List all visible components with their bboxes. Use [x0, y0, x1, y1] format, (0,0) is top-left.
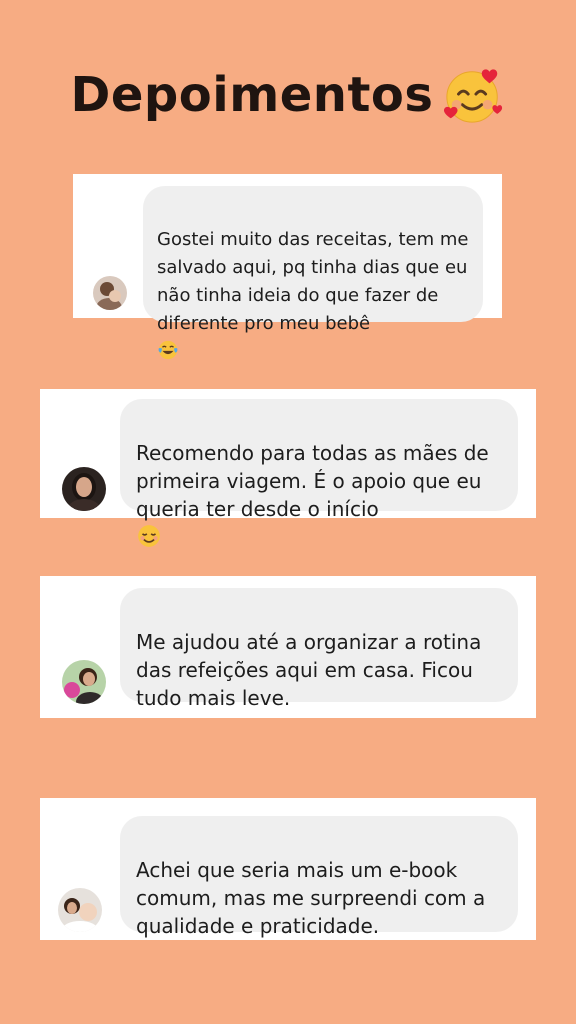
avatar: [93, 276, 127, 310]
avatar: [62, 660, 106, 704]
testimonial-bubble: Me ajudou até a organizar a rotina das r…: [120, 588, 518, 710]
testimonial-card: Recomendo para todas as mães de primeira…: [40, 389, 536, 547]
user-avatar-photo: [62, 467, 106, 511]
testimonial-card: Achei que seria mais um e-book comum, ma…: [40, 798, 536, 940]
header: Depoimentos: [0, 64, 576, 126]
testimonial-card: Gostei muito das receitas, tem me salvad…: [73, 174, 502, 360]
user-avatar-photo: [62, 660, 106, 704]
testimonial-bubble: Achei que seria mais um e-book comum, ma…: [120, 816, 518, 938]
testimonial-text: Me ajudou até a organizar a rotina das r…: [136, 630, 482, 710]
testimonial-bubble: Recomendo para todas as mães de primeira…: [120, 399, 518, 547]
testimonial-text: Recomendo para todas as mães de primeira…: [136, 441, 489, 521]
avatar: [62, 467, 106, 511]
face-with-tears-of-joy-icon: [158, 340, 178, 360]
user-avatar-photo: [58, 888, 102, 932]
testimonial-card: Me ajudou até a organizar a rotina das r…: [40, 576, 536, 718]
testimonial-text: Achei que seria mais um e-book comum, ma…: [136, 858, 486, 938]
smiling-face-icon: [138, 525, 160, 547]
testimonial-text: Gostei muito das receitas, tem me salvad…: [157, 229, 469, 334]
testimonial-bubble: Gostei muito das receitas, tem me salvad…: [143, 186, 483, 360]
user-avatar-photo: [93, 276, 127, 310]
page-title: Depoimentos: [70, 67, 434, 123]
avatar: [58, 888, 102, 932]
smiling-face-with-hearts-icon: [444, 69, 503, 123]
